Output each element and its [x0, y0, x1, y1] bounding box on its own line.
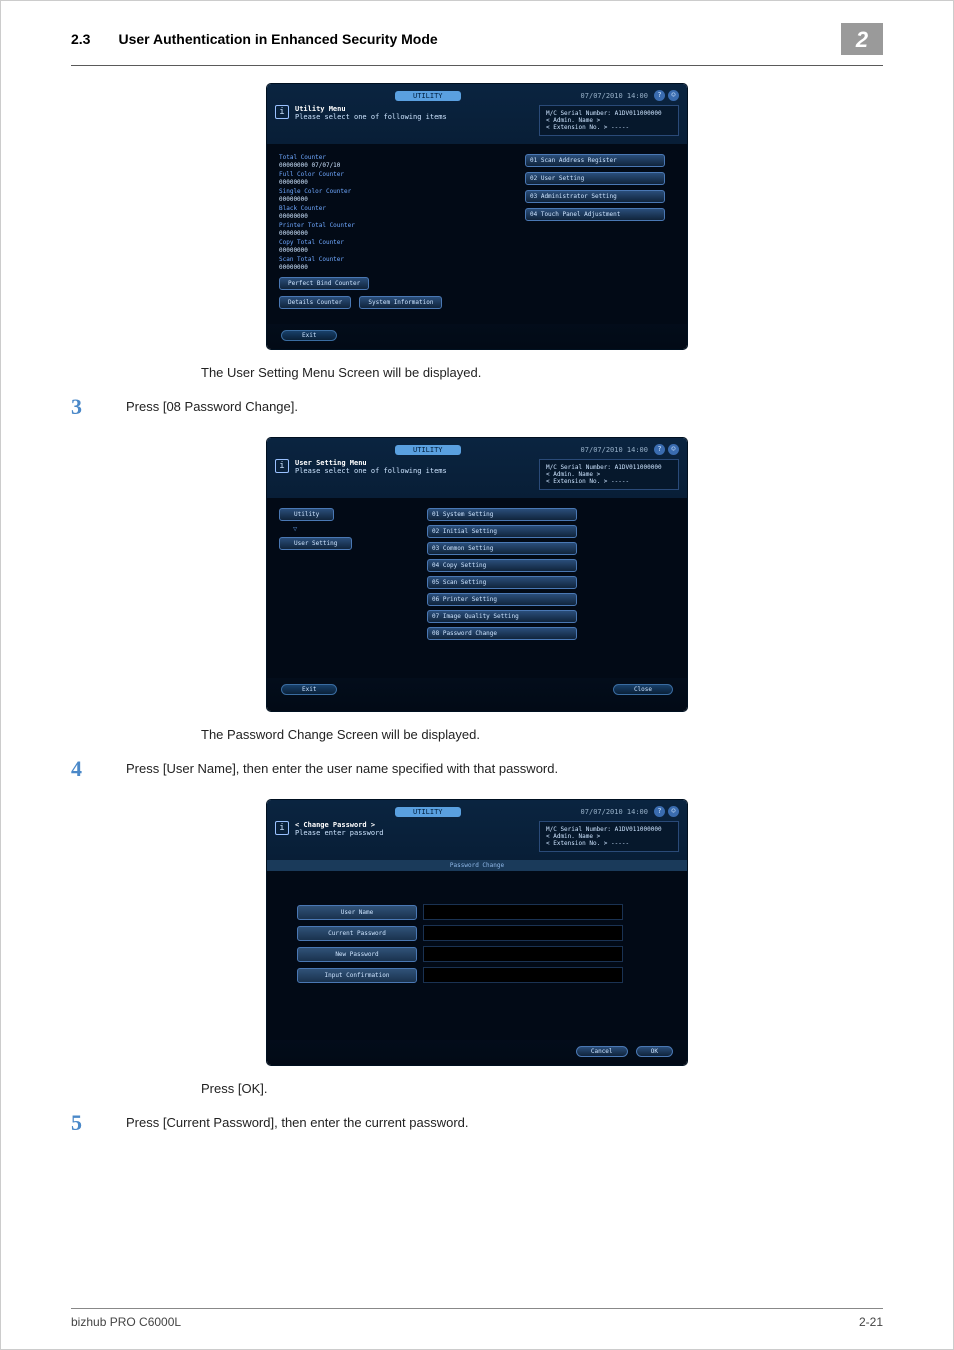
help-icon[interactable]: ?: [654, 444, 665, 455]
admin-name: < Admin. Name >: [546, 833, 672, 840]
menu-06-button[interactable]: 06 Printer Setting: [427, 593, 577, 606]
details-counter-button[interactable]: Details Counter: [279, 296, 351, 309]
datetime: 07/07/2010 14:00: [581, 92, 648, 100]
menu-02-button[interactable]: 02 Initial Setting: [427, 525, 577, 538]
ext-no: < Extension No. > -----: [546, 478, 672, 485]
body-text: The Password Change Screen will be displ…: [201, 727, 883, 742]
cancel-button[interactable]: Cancel: [576, 1046, 628, 1057]
help-icon[interactable]: ?: [654, 90, 665, 101]
step-number: 5: [71, 1110, 126, 1136]
counter-label: Full Color Counter: [279, 171, 507, 178]
counter-label: Black Counter: [279, 205, 507, 212]
counter-label: Scan Total Counter: [279, 256, 507, 263]
panel-subtitle: Please select one of following items: [295, 467, 447, 475]
panel-title: User Setting Menu: [295, 459, 447, 467]
step-text: Press [User Name], then enter the user n…: [126, 756, 558, 776]
body-text: The User Setting Menu Screen will be dis…: [201, 365, 883, 380]
menu-08-button[interactable]: 08 Password Change: [427, 627, 577, 640]
close-button[interactable]: Close: [613, 684, 673, 695]
footer-product: bizhub PRO C6000L: [71, 1315, 181, 1329]
administrator-setting-button[interactable]: 03 Administrator Setting: [525, 190, 665, 203]
menu-04-button[interactable]: 04 Copy Setting: [427, 559, 577, 572]
user-icon[interactable]: ☺: [668, 444, 679, 455]
scan-address-register-button[interactable]: 01 Scan Address Register: [525, 154, 665, 167]
perfect-bind-button[interactable]: Perfect Bind Counter: [279, 277, 369, 290]
user-name-button[interactable]: User Name: [297, 905, 417, 920]
section-title: User Authentication in Enhanced Security…: [118, 31, 841, 47]
screenshot-password-change: UTILITY 07/07/2010 14:00 ?☺ i < Change P…: [267, 800, 687, 1065]
breadcrumb-utility[interactable]: Utility: [279, 508, 334, 521]
utility-chip: UTILITY: [395, 91, 461, 101]
breadcrumb-user-setting[interactable]: User Setting: [279, 537, 352, 550]
body-text: Press [OK].: [201, 1081, 883, 1096]
current-password-field[interactable]: [423, 925, 623, 941]
exit-button[interactable]: Exit: [281, 684, 337, 695]
screenshot-user-setting: UTILITY 07/07/2010 14:00 ?☺ i User Setti…: [267, 438, 687, 711]
serial: M/C Serial Number: A1DV011000000: [546, 826, 672, 833]
user-name-field[interactable]: [423, 904, 623, 920]
page-badge: 2: [841, 23, 883, 55]
counter-label: Total Counter: [279, 154, 507, 161]
panel-title: Utility Menu: [295, 105, 447, 113]
new-password-button[interactable]: New Password: [297, 947, 417, 962]
utility-chip: UTILITY: [395, 445, 461, 455]
menu-01-button[interactable]: 01 System Setting: [427, 508, 577, 521]
serial: M/C Serial Number: A1DV011000000: [546, 464, 672, 471]
menu-07-button[interactable]: 07 Image Quality Setting: [427, 610, 577, 623]
step-text: Press [08 Password Change].: [126, 394, 298, 414]
ok-button[interactable]: OK: [636, 1046, 673, 1057]
input-confirmation-button[interactable]: Input Confirmation: [297, 968, 417, 983]
panel-subtitle: Please select one of following items: [295, 113, 447, 121]
exit-button[interactable]: Exit: [281, 330, 337, 341]
user-icon[interactable]: ☺: [668, 806, 679, 817]
datetime: 07/07/2010 14:00: [581, 446, 648, 454]
info-icon: i: [275, 459, 289, 473]
menu-05-button[interactable]: 05 Scan Setting: [427, 576, 577, 589]
new-password-field[interactable]: [423, 946, 623, 962]
current-password-button[interactable]: Current Password: [297, 926, 417, 941]
user-setting-button[interactable]: 02 User Setting: [525, 172, 665, 185]
chevron-down-icon: ▽: [293, 525, 409, 533]
screenshot-utility: UTILITY 07/07/2010 14:00 ?☺ i Utility Me…: [267, 84, 687, 349]
counter-value: 00000000: [279, 247, 507, 254]
panel-subtitle: Please enter password: [295, 829, 384, 837]
help-icon[interactable]: ?: [654, 806, 665, 817]
counter-label: Printer Total Counter: [279, 222, 507, 229]
step-number: 4: [71, 756, 126, 782]
menu-03-button[interactable]: 03 Common Setting: [427, 542, 577, 555]
counter-value: 00000000: [279, 230, 507, 237]
counter-value: 00000000: [279, 213, 507, 220]
counter-label: Copy Total Counter: [279, 239, 507, 246]
step-text: Press [Current Password], then enter the…: [126, 1110, 469, 1130]
info-icon: i: [275, 105, 289, 119]
panel-title: < Change Password >: [295, 821, 384, 829]
counter-label: Single Color Counter: [279, 188, 507, 195]
step-number: 3: [71, 394, 126, 420]
counter-value: 00000000 07/07/10: [279, 162, 507, 169]
ext-no: < Extension No. > -----: [546, 840, 672, 847]
counter-value: 00000000: [279, 179, 507, 186]
footer-page: 2-21: [859, 1315, 883, 1329]
system-information-button[interactable]: System Information: [359, 296, 442, 309]
ext-no: < Extension No. > -----: [546, 124, 672, 131]
admin-name: < Admin. Name >: [546, 117, 672, 124]
serial: M/C Serial Number: A1DV011000000: [546, 110, 672, 117]
user-icon[interactable]: ☺: [668, 90, 679, 101]
section-number: 2.3: [71, 31, 90, 47]
tab-password-change: Password Change: [267, 860, 687, 871]
datetime: 07/07/2010 14:00: [581, 808, 648, 816]
utility-chip: UTILITY: [395, 807, 461, 817]
admin-name: < Admin. Name >: [546, 471, 672, 478]
info-icon: i: [275, 821, 289, 835]
input-confirmation-field[interactable]: [423, 967, 623, 983]
touch-panel-adjustment-button[interactable]: 04 Touch Panel Adjustment: [525, 208, 665, 221]
counter-value: 00000000: [279, 196, 507, 203]
counter-value: 00000000: [279, 264, 507, 271]
